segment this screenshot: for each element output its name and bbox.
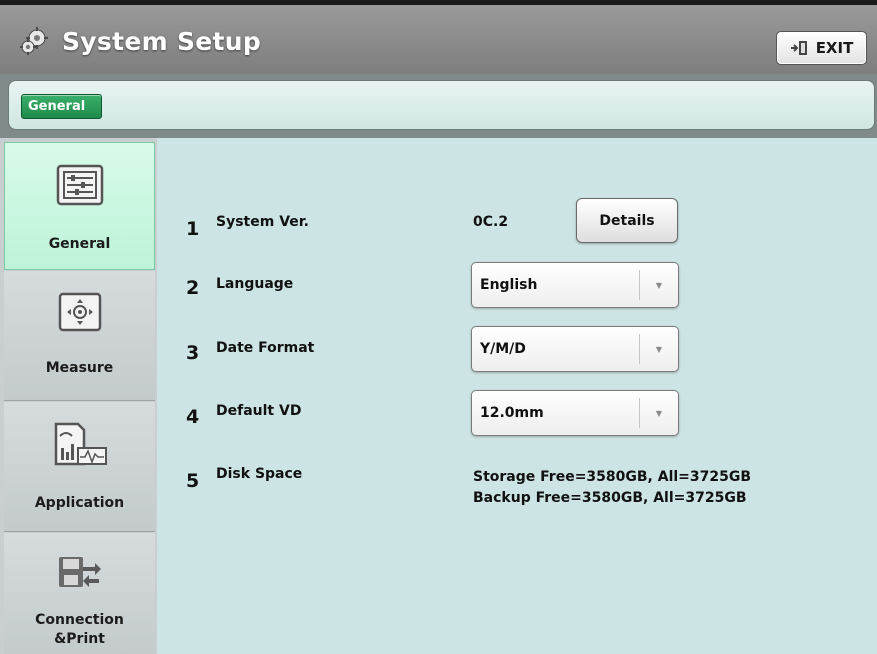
gear-icon <box>20 27 48 55</box>
sidebar: General Measure Application Connection &… <box>0 138 157 654</box>
sidebar-item-label: General <box>48 236 111 252</box>
sidebar-item-label: Application <box>34 495 125 511</box>
save-transfer-icon <box>58 557 101 587</box>
language-value: English <box>480 277 538 293</box>
exit-icon <box>790 41 807 55</box>
default-vd-label: Default VD <box>216 403 302 419</box>
details-button[interactable]: Details <box>576 198 678 243</box>
chevron-down-icon: ▼ <box>655 344 663 354</box>
date-format-value: Y/M/D <box>480 341 526 357</box>
disk-space-label: Disk Space <box>216 466 303 482</box>
chevron-down-icon: ▼ <box>655 280 663 290</box>
language-select[interactable]: English ▼ <box>471 262 679 308</box>
title-bar: System Setup EXIT <box>0 0 877 74</box>
row-number: 5 <box>186 470 200 492</box>
language-label: Language <box>216 276 294 292</box>
app-title-group: System Setup <box>18 23 261 59</box>
system-ver-label: System Ver. <box>216 214 309 230</box>
chart-waveform-icon <box>54 422 107 466</box>
row-number: 2 <box>186 277 200 299</box>
tab-strip <box>8 80 875 130</box>
sidebar-item-label: Measure <box>45 360 114 376</box>
row-number: 1 <box>186 218 200 240</box>
exit-button[interactable]: EXIT <box>776 31 867 65</box>
app-title: System Setup <box>62 26 262 56</box>
backup-space-value: Backup Free=3580GB, All=3725GB <box>473 490 747 506</box>
crosshair-icon <box>58 292 101 332</box>
default-vd-value: 12.0mm <box>480 405 544 421</box>
chevron-down-icon: ▼ <box>655 408 663 418</box>
default-vd-select[interactable]: 12.0mm ▼ <box>471 390 679 436</box>
row-number: 3 <box>186 342 200 364</box>
exit-label: EXIT <box>815 39 854 57</box>
sidebar-item-general[interactable]: General <box>4 142 155 270</box>
sidebar-item-application[interactable]: Application <box>4 402 155 532</box>
row-number: 4 <box>186 406 200 428</box>
sidebar-item-label: Connection <box>35 612 124 628</box>
date-format-label: Date Format <box>216 340 315 356</box>
sidebar-item-label: &Print <box>54 631 105 647</box>
sliders-icon <box>56 164 103 206</box>
storage-space-value: Storage Free=3580GB, All=3725GB <box>473 469 752 485</box>
date-format-select[interactable]: Y/M/D ▼ <box>471 326 679 372</box>
tab-general[interactable]: General <box>21 94 102 119</box>
sidebar-item-measure[interactable]: Measure <box>4 271 155 401</box>
system-ver-value: 0C.2 <box>473 214 509 230</box>
sidebar-item-connection-print[interactable]: Connection &Print <box>4 533 155 654</box>
